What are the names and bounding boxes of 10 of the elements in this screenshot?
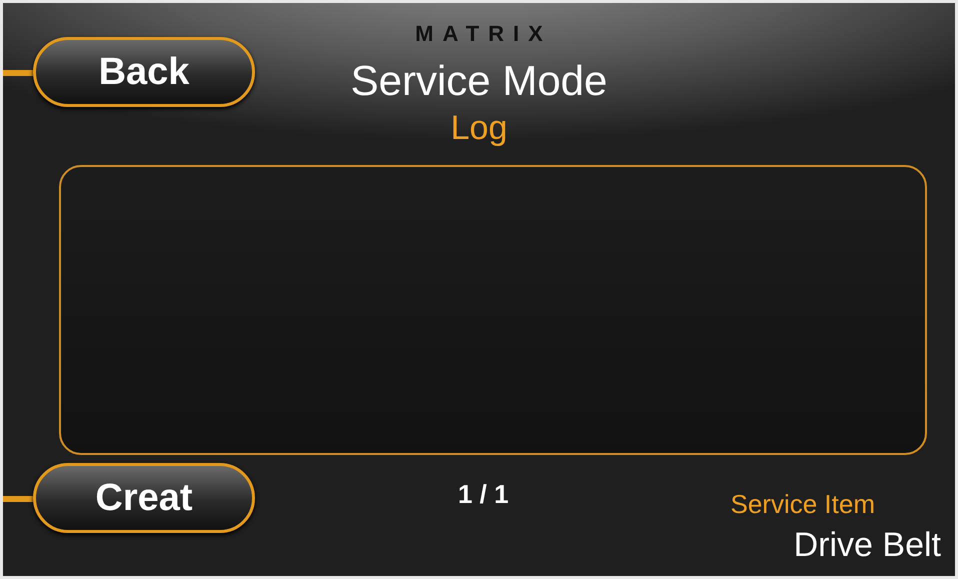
accent-bar (3, 70, 33, 76)
screen-title: Service Mode (350, 57, 608, 105)
service-item-label: Service Item (730, 489, 875, 520)
accent-bar (3, 496, 33, 502)
back-button[interactable]: Back (33, 37, 255, 107)
screen-subtitle: Log (450, 109, 508, 148)
logo: MATRIX (414, 21, 552, 47)
page-indicator: 1 / 1 (457, 478, 510, 511)
service-item-value: Drive Belt (794, 526, 941, 565)
create-button[interactable]: Creat (33, 463, 255, 533)
